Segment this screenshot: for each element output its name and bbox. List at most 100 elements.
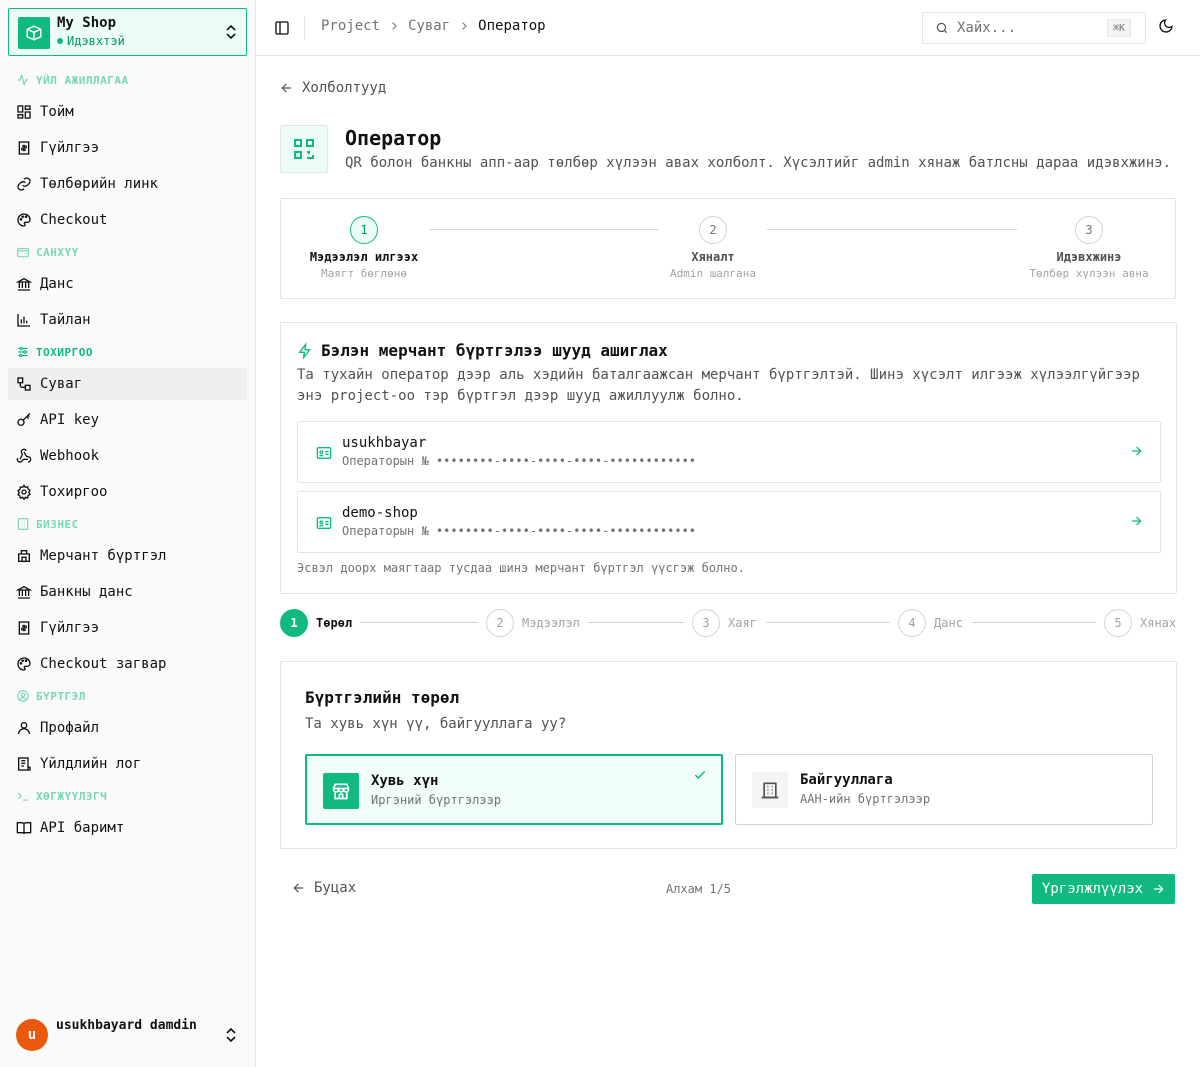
gear-icon: [17, 484, 31, 500]
sidebar-item-label: Тайлан: [40, 312, 91, 328]
search-placeholder: Хайх...: [957, 20, 1017, 36]
chevrons-updown-icon[interactable]: [224, 1027, 238, 1043]
user-icon: [18, 722, 30, 735]
option-organization[interactable]: Байгууллага ААН-ийн бүртгэлээр: [735, 754, 1153, 825]
breadcrumb-project[interactable]: Project: [321, 18, 380, 34]
option-subtitle: ААН-ийн бүртгэлээр: [800, 792, 931, 806]
sidebar-item-transactions[interactable]: Гүйлгээ: [8, 132, 247, 164]
breadcrumb-current: Оператор: [478, 18, 546, 34]
sidebar-toggle-icon[interactable]: [274, 20, 290, 36]
building-icon: [17, 518, 29, 530]
sidebar-item-api-docs[interactable]: API баримт: [8, 812, 247, 844]
operator-number: ••••••••-••••-••••-••••-••••••••••••: [435, 524, 697, 538]
option-subtitle: Иргэний бүртгэлээр: [371, 793, 502, 807]
sidebar-item-merchant-registration[interactable]: Мерчант бүртгэл: [8, 540, 247, 572]
step-connector: [588, 622, 684, 623]
breadcrumb-channel[interactable]: Суваг: [408, 18, 450, 34]
sidebar-item-account[interactable]: Данс: [8, 268, 247, 300]
sidebar-item-business-transactions[interactable]: Гүйлгээ: [8, 612, 247, 644]
step-connector: [430, 229, 658, 230]
option-individual[interactable]: Хувь хүн Иргэний бүртгэлээр: [305, 754, 723, 825]
sidebar-item-label: Банкны данс: [40, 584, 133, 600]
sidebar-item-payment-link[interactable]: Төлбөрийн линк: [8, 168, 247, 200]
page-description: QR болон банкны апп-аар төлбөр хүлээн ав…: [345, 155, 1172, 171]
page-title: Оператор: [345, 126, 442, 150]
sidebar-item-label: Checkout загвар: [40, 656, 167, 672]
wizard-step-number: 2: [486, 609, 514, 637]
search-input[interactable]: Хайх... ⌘K: [922, 12, 1146, 44]
wizard-step-number: 3: [692, 609, 720, 637]
section-label: ҮЙЛ АЖИЛЛАГАА: [36, 73, 129, 87]
continue-button-label: Үргэлжлүүлэх: [1041, 881, 1144, 897]
main-content: Холболтууд Оператор QR болон банкны апп-…: [256, 56, 1200, 1067]
sidebar-item-settings[interactable]: Тохиргоо: [8, 476, 247, 508]
merchant-row[interactable]: usukhbayar Операторын № ••••••••-••••-••…: [297, 421, 1161, 483]
process-step-sub: Admin шалгана: [669, 267, 757, 280]
existing-merchant-card: Бэлэн мерчант бүртгэлээ шууд ашиглах Та …: [280, 322, 1177, 594]
avatar[interactable]: u: [16, 1019, 48, 1051]
sidebar-item-profile[interactable]: Профайл: [8, 712, 247, 744]
moon-icon[interactable]: [1158, 18, 1174, 34]
continue-button[interactable]: Үргэлжлүүлэх: [1032, 874, 1175, 904]
process-stepper: 1 2 3 Мэдээлэл илгээх Маягт бөглөнө Хяна…: [280, 198, 1176, 299]
merchant-operator-no: Операторын № ••••••••-••••-••••-••••-•••…: [342, 524, 696, 538]
sidebar-item-label: Суваг: [40, 376, 83, 392]
section-finance: САНХҮҮ: [16, 244, 79, 260]
shop-switcher[interactable]: My Shop Идэвхтэй: [8, 8, 247, 56]
option-title: Хувь хүн: [371, 773, 439, 789]
section-business: БИЗНЕС: [16, 516, 79, 532]
store-icon: [18, 550, 30, 562]
user-name[interactable]: usukhbayard damdin: [56, 1018, 197, 1033]
step-connector: [360, 622, 478, 623]
sidebar-item-label: Тохиргоо: [40, 484, 108, 500]
back-link[interactable]: Холболтууд: [280, 80, 386, 96]
dashboard-icon: [17, 105, 31, 119]
sidebar-item-label: Гүйлгээ: [40, 620, 100, 636]
sidebar-item-overview[interactable]: Тойм: [8, 96, 247, 128]
wizard-step-number: 4: [898, 609, 926, 637]
step-connector: [972, 622, 1096, 623]
sidebar-item-label: Үйлдлийн лог: [40, 756, 142, 772]
sidebar-item-api-key[interactable]: API key: [8, 404, 247, 436]
registration-question: Та хувь хүн үү, байгууллага уу?: [305, 716, 567, 732]
sidebar-item-checkout-template[interactable]: Checkout загвар: [8, 648, 247, 680]
arrow-right-icon: [1131, 516, 1142, 526]
sidebar-item-label: Гүйлгээ: [40, 140, 100, 156]
chart-icon: [17, 314, 30, 327]
operator-number: ••••••••-••••-••••-••••-••••••••••••: [435, 454, 697, 468]
webhook-icon: [16, 448, 32, 463]
divider: [304, 16, 305, 40]
shortcut-badge: ⌘K: [1106, 19, 1131, 37]
section-developer: ХӨГЖҮҮЛЭГЧ: [16, 788, 107, 804]
merchant-section-description: Та тухайн оператор дээр аль хэдийн батал…: [297, 367, 1140, 404]
sidebar-item-activity-log[interactable]: Үйлдлийн лог: [8, 748, 247, 780]
merchant-section-title: Бэлэн мерчант бүртгэлээ шууд ашиглах: [321, 341, 668, 360]
bank-icon: [16, 585, 32, 599]
back-button[interactable]: Буцах: [292, 880, 356, 896]
sidebar-item-checkout[interactable]: Checkout: [8, 204, 247, 236]
merchant-row[interactable]: demo-shop Операторын № ••••••••-••••-•••…: [297, 491, 1161, 553]
book-icon: [16, 822, 32, 835]
sidebar-item-label: Профайл: [40, 720, 100, 736]
receipt-icon: [18, 141, 30, 155]
back-button-label: Буцах: [314, 880, 357, 896]
section-label: БИЗНЕС: [36, 517, 79, 531]
section-operations: ҮЙЛ АЖИЛЛАГАА: [16, 72, 129, 88]
wizard-step-label: Төрөл: [316, 616, 353, 630]
merchant-name: demo-shop: [342, 505, 418, 521]
wizard-step-label: Мэдээлэл: [522, 616, 580, 630]
arrow-left-icon: [281, 83, 292, 93]
sidebar-item-label: API баримт: [40, 820, 125, 836]
sidebar-item-label: Webhook: [40, 448, 100, 464]
shop-status: Идэвхтэй: [57, 34, 125, 48]
sidebar-item-label: API key: [40, 412, 100, 428]
sidebar-item-report[interactable]: Тайлан: [8, 304, 247, 336]
id-card-icon: [316, 517, 332, 529]
sidebar-item-bank-account[interactable]: Банкны данс: [8, 576, 247, 608]
check-icon: [694, 770, 706, 779]
arrow-left-icon: [293, 883, 304, 893]
sidebar-item-webhook[interactable]: Webhook: [8, 440, 247, 472]
sidebar-item-channel[interactable]: Суваг: [8, 368, 247, 400]
option-title: Байгууллага: [800, 772, 893, 788]
sidebar-item-label: Төлбөрийн линк: [40, 176, 159, 192]
